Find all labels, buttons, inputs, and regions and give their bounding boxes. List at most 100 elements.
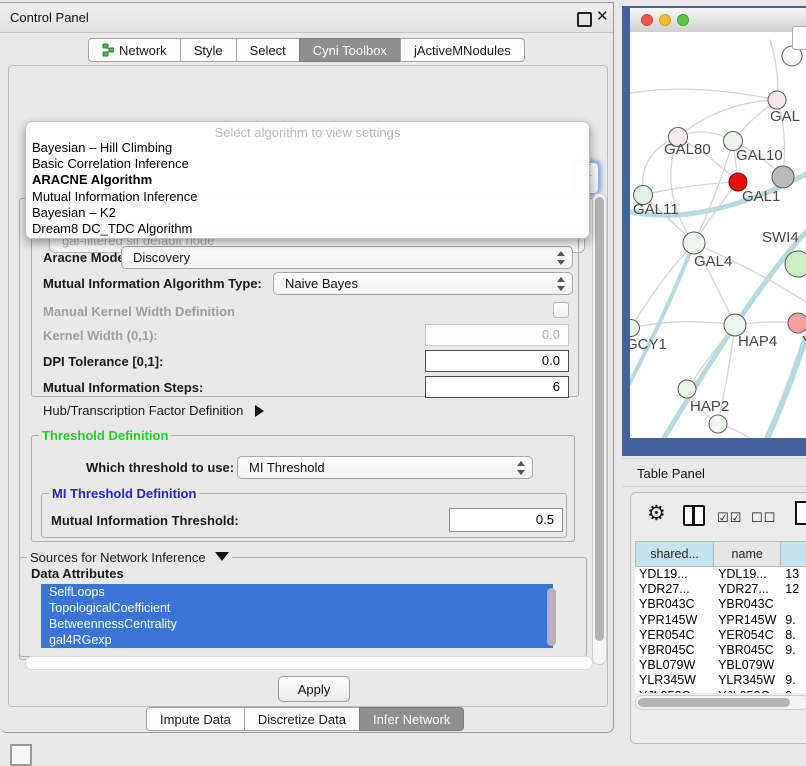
tab-cyni-toolbox[interactable]: Cyni Toolbox [299, 38, 401, 62]
columns-icon-divider [692, 507, 695, 524]
main-tab-bar: NetworkStyleSelect Cyni Toolbox jActiveMNo… [88, 38, 524, 62]
minimized-panel-icon[interactable] [10, 744, 32, 766]
table-cell: YJL052C [635, 689, 714, 694]
algorithm-option[interactable]: Bayesian – K2 [26, 205, 589, 221]
settings-scrollbar-thumb[interactable] [595, 197, 604, 641]
network-node-gcy1[interactable] [630, 320, 640, 337]
network-edge[interactable] [630, 243, 694, 397]
apply-button[interactable]: Apply [278, 676, 350, 702]
mi-threshold-field[interactable]: 0.5 [449, 508, 563, 532]
float-window-icon[interactable] [577, 12, 592, 27]
attributes-scrollbar-thumb[interactable] [547, 588, 556, 646]
network-edge[interactable] [748, 337, 806, 438]
table-row[interactable]: YER054CYER054C8. [635, 628, 806, 643]
network-node-hap2[interactable] [678, 380, 696, 398]
network-edge[interactable] [687, 325, 735, 389]
bottom-tab-discretize-data[interactable]: Discretize Data [244, 707, 360, 731]
manual-kernel-width-checkbox[interactable] [553, 302, 569, 318]
aracne-mode-combo[interactable]: Discovery [121, 246, 573, 269]
settings-scrollbar[interactable] [592, 193, 607, 665]
algorithm-option[interactable]: Bayesian – Hill Climbing [26, 140, 589, 156]
network-toolbar-fragment[interactable] [792, 26, 806, 50]
network-window-titlebar[interactable] [630, 8, 806, 33]
data-attributes-label: Data Attributes [31, 566, 124, 581]
kernel-width-field[interactable]: 0.0 [425, 324, 569, 346]
network-canvas[interactable]: GALGAL80GAL10GAL1GAL11SWI4GAL4GCY1HAP4YH… [630, 32, 806, 438]
table-row[interactable]: YDL19...YDL19...13 [635, 567, 806, 582]
mi-algorithm-type-combo[interactable]: Naive Bayes [273, 272, 573, 295]
sources-group-title: Sources for Network Inference [27, 550, 232, 565]
column-header[interactable]: shared... [635, 541, 714, 567]
data-attribute-item[interactable]: TopologicalCoefficient [41, 600, 553, 616]
network-node-gal4[interactable] [683, 232, 705, 254]
mi-threshold-label: Mutual Information Threshold: [51, 513, 239, 528]
table-cell: YJL052C [714, 689, 781, 694]
manual-kernel-width-label: Manual Kernel Width Definition [43, 304, 235, 319]
mi-algorithm-type-value: Naive Bayes [285, 276, 358, 291]
threshold-definition-title: Threshold Definition [39, 428, 171, 443]
table-row[interactable]: YBR043CYBR043C [635, 597, 806, 612]
close-icon[interactable]: ✕ [596, 7, 609, 25]
table-row[interactable]: YDR27...YDR27...12 [635, 582, 806, 597]
network-node-b1[interactable] [709, 415, 727, 433]
tab-network[interactable]: Network [88, 38, 181, 62]
hub-definition-expander[interactable]: Hub/Transcription Factor Definition [43, 403, 264, 418]
network-node-grayn[interactable] [772, 166, 794, 188]
select-all-checks-icon[interactable]: ☑☑ [717, 510, 742, 526]
network-node-y[interactable] [788, 313, 806, 333]
data-attribute-item[interactable]: BetweennessCentrality [41, 616, 553, 632]
table-row[interactable]: YBL079WYBL079W [635, 658, 806, 673]
network-edge[interactable] [643, 182, 738, 195]
minimize-traffic-light-icon[interactable] [659, 14, 671, 26]
table-cell: YBL079W [635, 658, 714, 673]
which-threshold-combo[interactable]: MI Threshold [237, 456, 533, 479]
node-label: Y [802, 333, 806, 350]
bottom-tab-impute-data[interactable]: Impute Data [146, 707, 245, 731]
table-cell: 9 [781, 689, 806, 694]
dpi-tolerance-label: DPI Tolerance [0,1]: [43, 354, 163, 369]
tab-style[interactable]: Style [180, 38, 237, 62]
table-row[interactable]: YLR345WYLR345W9. [635, 673, 806, 688]
network-node-swi4[interactable] [785, 251, 806, 277]
tab-jactivemnodules[interactable]: jActiveMNodules [400, 38, 525, 62]
data-attributes-list[interactable]: SelfLoopsTopologicalCoefficientBetweenne… [41, 584, 557, 654]
table-row[interactable]: YJL052CYJL052C9 [635, 689, 806, 694]
tab-label: Cyni Toolbox [313, 43, 387, 58]
zoom-traffic-light-icon[interactable] [677, 14, 689, 26]
column-header[interactable]: name [714, 541, 781, 567]
table-cell: YBL079W [714, 658, 781, 673]
cyni-toolbox-panel: gal-filtered sif default node Select alg… [8, 65, 608, 707]
table-cell: YPR145W [714, 613, 781, 628]
network-node-gal[interactable] [768, 91, 786, 109]
columns-icon[interactable] [683, 505, 705, 526]
algorithm-option[interactable]: Dream8 DC_TDC Algorithm [26, 221, 589, 237]
data-attribute-item[interactable]: SelfLoops [41, 584, 553, 600]
deselect-all-checks-icon[interactable]: ☐☐ [751, 510, 776, 526]
gear-icon[interactable]: ⚙ [647, 501, 666, 526]
network-edge[interactable] [631, 322, 735, 328]
table-row[interactable]: YPR145WYPR145W9. [635, 613, 806, 628]
table-row[interactable]: YBR045CYBR045C9. [635, 643, 806, 658]
table-cell: YDL19... [714, 567, 781, 582]
data-attribute-item[interactable]: gal4RGexp [41, 632, 553, 648]
mi-steps-field[interactable]: 6 [425, 376, 569, 398]
network-edge[interactable] [678, 100, 777, 137]
network-edge[interactable] [630, 89, 777, 100]
algorithm-option[interactable]: ARACNE Algorithm [26, 172, 589, 188]
dpi-tolerance-field[interactable]: 0.0 [425, 350, 569, 372]
table-cell: 12 [781, 582, 806, 597]
list-hscroll-track[interactable] [25, 656, 593, 670]
control-panel-titlebar[interactable]: Control Panel ✕ [0, 3, 613, 33]
algorithm-option[interactable]: Basic Correlation Inference [26, 156, 589, 172]
tab-select[interactable]: Select [236, 38, 300, 62]
algorithm-option[interactable]: Mutual Information Inference [26, 189, 589, 205]
column-header[interactable] [781, 541, 806, 567]
page-icon[interactable] [795, 501, 806, 525]
chevron-right-icon [255, 405, 264, 417]
bottom-tab-infer-network[interactable]: Infer Network [359, 707, 464, 731]
table-hscrollbar-thumb[interactable] [638, 698, 790, 707]
node-label: GAL1 [742, 188, 780, 205]
table-cell: YPR145W [635, 613, 714, 628]
close-traffic-light-icon[interactable] [641, 14, 653, 26]
table-hscrollbar[interactable] [635, 695, 806, 710]
